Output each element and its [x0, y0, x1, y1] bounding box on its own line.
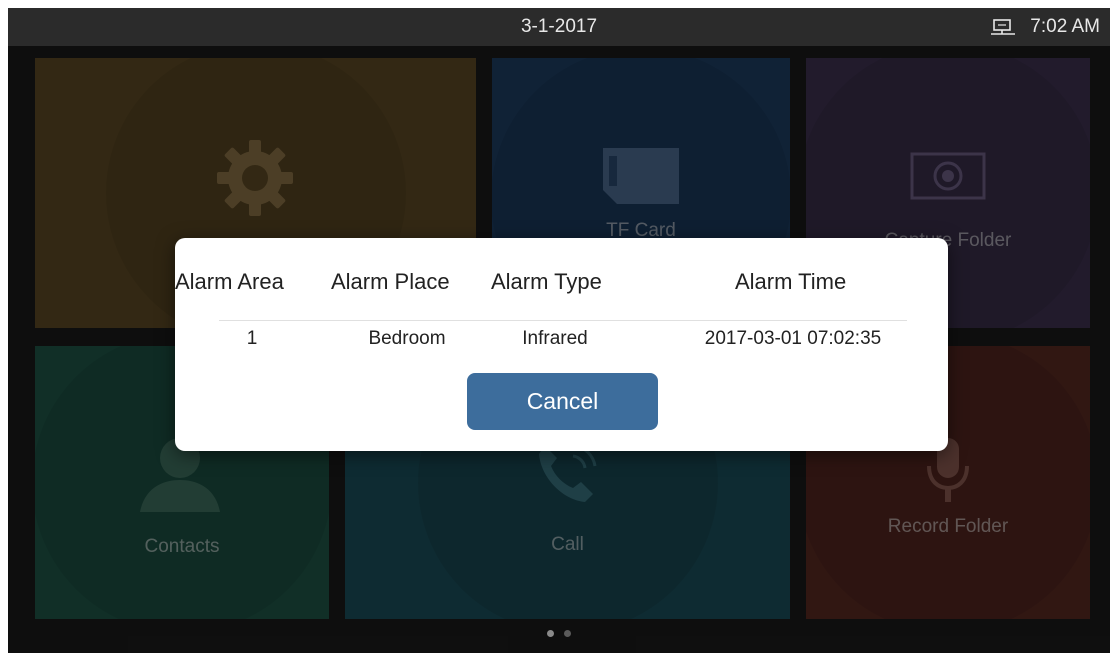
- divider: [219, 320, 907, 321]
- header-alarm-type: Alarm Type: [491, 269, 602, 294]
- page-indicator: [8, 630, 1110, 637]
- alarm-dialog: Alarm Area Alarm Place Alarm Type Alarm …: [175, 238, 948, 451]
- header-alarm-area: Alarm Area: [175, 269, 284, 294]
- status-right: 7:02 AM: [990, 16, 1100, 38]
- alarm-row-area: 1: [246, 328, 258, 349]
- alarm-row-time: 2017-03-01 07:02:35: [704, 328, 882, 349]
- header-alarm-place: Alarm Place: [331, 269, 450, 294]
- page-dot[interactable]: [547, 630, 554, 637]
- alarm-row-place: Bedroom: [368, 328, 446, 349]
- alarm-row-type: Infrared: [522, 328, 588, 349]
- page-dot[interactable]: [564, 630, 571, 637]
- status-bar: 3-1-2017 7:02 AM: [8, 8, 1110, 46]
- cancel-button[interactable]: Cancel: [467, 373, 658, 430]
- status-date: 3-1-2017: [520, 16, 598, 37]
- status-time: 7:02 AM: [1030, 16, 1100, 37]
- header-alarm-time: Alarm Time: [735, 269, 847, 294]
- network-icon: [990, 18, 1016, 36]
